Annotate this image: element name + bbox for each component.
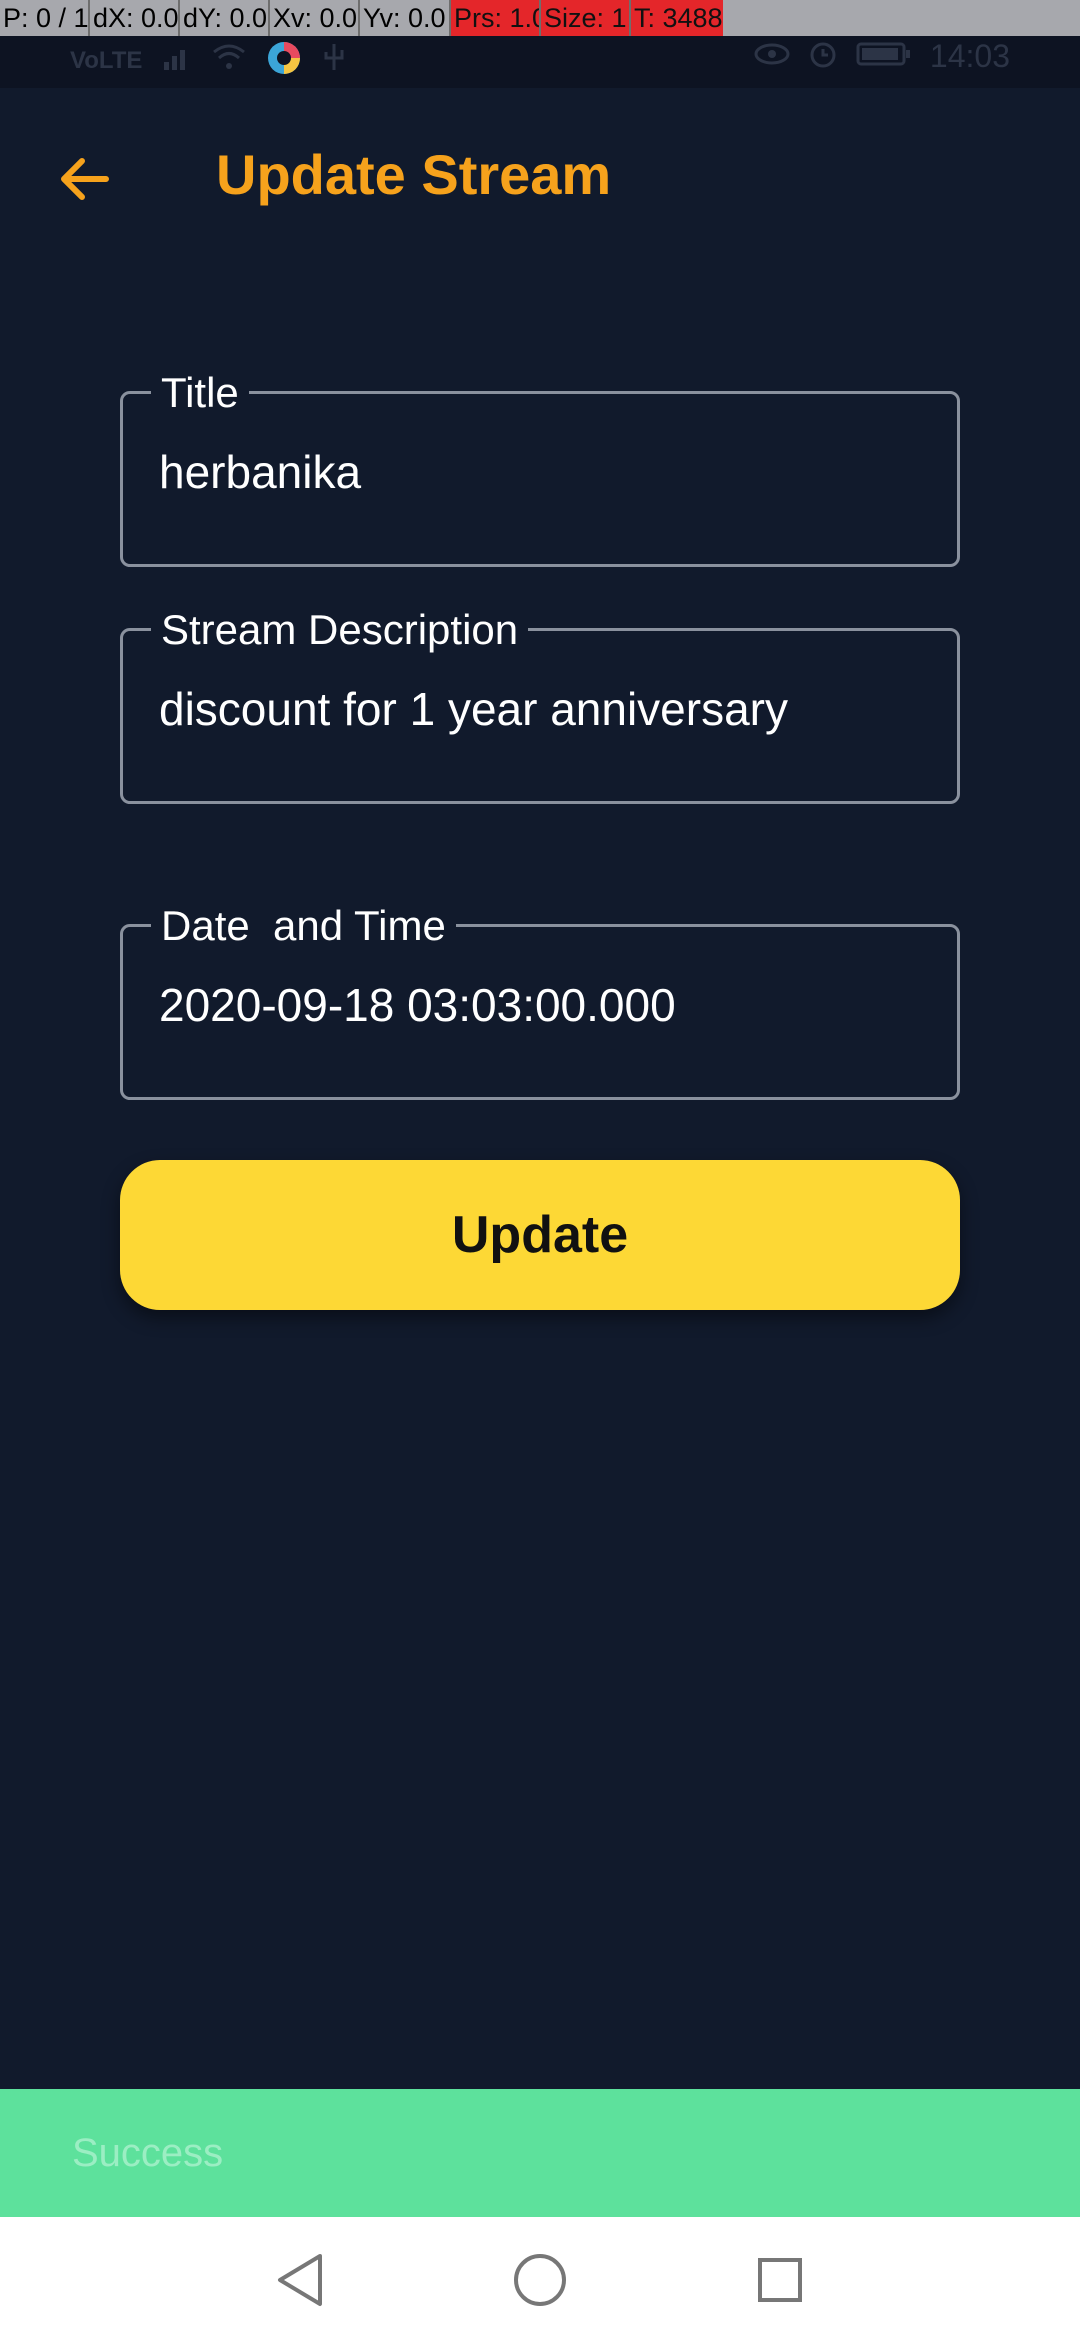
- page-title: Update Stream: [216, 143, 612, 206]
- app-bar: Update Stream: [0, 88, 1080, 263]
- wifi-icon: [212, 42, 246, 80]
- app-icon: [266, 40, 302, 81]
- eye-icon: [754, 42, 790, 71]
- debug-size: Size: 1.0: [541, 0, 631, 36]
- usb-icon: [322, 42, 346, 80]
- description-field-value[interactable]: discount for 1 year anniversary: [159, 681, 788, 737]
- system-nav-bar: [0, 2217, 1080, 2340]
- arrow-left-icon: [61, 158, 109, 200]
- back-button[interactable]: [48, 143, 120, 215]
- battery-icon: [856, 40, 912, 73]
- debug-dy: dY: 0.0: [180, 0, 270, 36]
- datetime-field-value[interactable]: 2020-09-18 03:03:00.000: [159, 977, 676, 1033]
- snackbar-message: Success: [72, 2131, 224, 2175]
- title-field-label: Title: [151, 366, 249, 420]
- datetime-field-label: Date and Time: [151, 899, 456, 953]
- debug-xv: Xv: 0.0: [270, 0, 360, 36]
- alarm-icon: [808, 39, 838, 74]
- recents-square-icon: [758, 2258, 802, 2302]
- signal-icon: [162, 42, 192, 80]
- pointer-debug-bar: P: 0 / 1 dX: 0.0 dY: 0.0 Xv: 0.0 Yv: 0.0…: [0, 0, 1080, 36]
- debug-pressure: Prs: 1.0: [451, 0, 541, 36]
- home-circle-icon: [514, 2254, 566, 2306]
- debug-pointer-count: P: 0 / 1: [0, 0, 90, 36]
- nav-recents-button[interactable]: [745, 2245, 815, 2315]
- status-time: 14:03: [929, 38, 1010, 74]
- update-button[interactable]: Update: [120, 1160, 960, 1310]
- title-field[interactable]: Title herbanika: [120, 366, 960, 567]
- description-field[interactable]: Stream Description discount for 1 year a…: [120, 603, 960, 804]
- debug-dx: dX: 0.0: [90, 0, 180, 36]
- success-snackbar: Success: [0, 2089, 1080, 2217]
- debug-time: T: 348848: [631, 0, 723, 36]
- nav-home-button[interactable]: [505, 2245, 575, 2315]
- nav-back-button[interactable]: [265, 2245, 335, 2315]
- update-button-label: Update: [451, 1206, 629, 1264]
- back-triangle-icon: [278, 2254, 322, 2306]
- title-field-value[interactable]: herbanika: [159, 444, 361, 500]
- description-field-label: Stream Description: [151, 603, 529, 657]
- debug-yv: Yv: 0.0: [360, 0, 451, 36]
- datetime-field[interactable]: Date and Time 2020-09-18 03:03:00.000: [120, 899, 960, 1100]
- status-bar: VoLTE 14:03: [0, 36, 1080, 88]
- volte-icon: VoLTE: [70, 46, 143, 74]
